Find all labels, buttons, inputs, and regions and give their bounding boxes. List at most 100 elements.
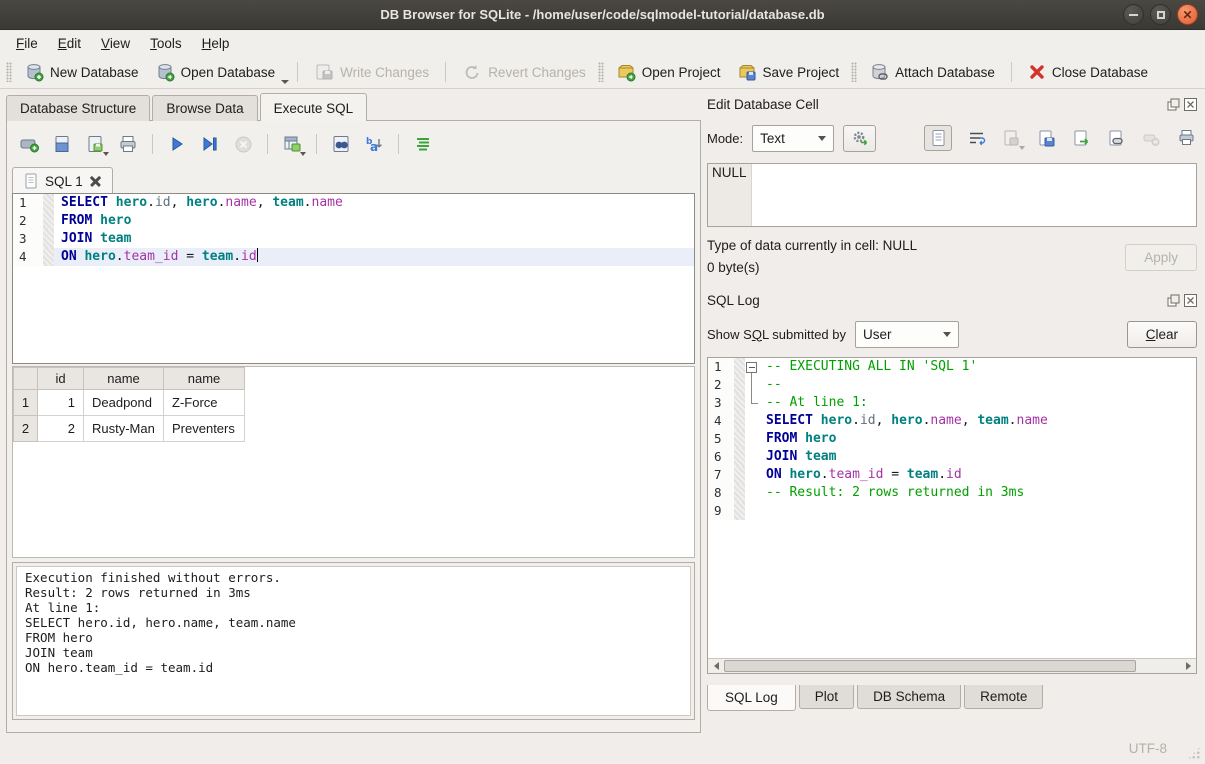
close-dock-icon[interactable] <box>1184 294 1197 307</box>
export-data-icon <box>1072 129 1090 147</box>
open-external-button[interactable] <box>1105 127 1127 149</box>
tab-db-schema[interactable]: DB Schema <box>857 685 961 709</box>
column-header-name2[interactable]: name <box>164 368 245 390</box>
cell-hero-name[interactable]: Rusty-Man <box>84 416 164 442</box>
save-results-button[interactable] <box>281 133 303 155</box>
print-cell-icon <box>1177 129 1196 147</box>
print-button[interactable] <box>117 133 139 155</box>
execution-message: Execution finished without errors. Resul… <box>16 566 691 716</box>
open-database-button[interactable]: Open Database <box>147 59 284 85</box>
save-cell-icon <box>1002 129 1020 147</box>
cell-team-name[interactable]: Z-Force <box>164 390 245 416</box>
mode-label: Mode: <box>707 131 743 146</box>
cell-edit-area[interactable] <box>752 164 1196 226</box>
close-database-label: Close Database <box>1052 65 1148 80</box>
cell-hero-name[interactable]: Deadpond <box>84 390 164 416</box>
new-database-button[interactable]: New Database <box>16 59 147 85</box>
revert-changes-button: Revert Changes <box>454 59 594 85</box>
open-project-icon <box>616 62 636 82</box>
tab-browse-data[interactable]: Browse Data <box>152 95 257 121</box>
stop-button <box>232 133 254 155</box>
float-dock-icon[interactable] <box>1167 294 1180 307</box>
tab-execute-sql[interactable]: Execute SQL <box>260 93 368 121</box>
execute-sql-pane: ba SQL 1 1SELECT hero.id, hero.name, tea… <box>6 120 701 733</box>
find-replace-button[interactable] <box>330 133 352 155</box>
scrollbar-thumb[interactable] <box>724 660 1136 672</box>
sql-subtab-label: SQL 1 <box>45 174 83 189</box>
chevron-down-icon <box>943 332 951 337</box>
auto-complete-button[interactable]: ba <box>363 133 385 155</box>
tab-sql-log[interactable]: SQL Log <box>707 685 796 711</box>
save-project-icon <box>737 62 757 82</box>
toolbar-separator <box>445 62 446 82</box>
menu-edit[interactable]: Edit <box>48 32 91 55</box>
svg-text:a: a <box>370 140 378 154</box>
toolbar-separator <box>316 134 317 154</box>
new-sql-tab-button[interactable] <box>18 133 40 155</box>
cell-id[interactable]: 1 <box>38 390 84 416</box>
menu-tools[interactable]: Tools <box>140 32 192 55</box>
tab-database-structure[interactable]: Database Structure <box>6 95 150 121</box>
open-database-menu-arrow[interactable] <box>281 80 289 84</box>
execute-line-button[interactable] <box>199 133 221 155</box>
export-data-button[interactable] <box>1070 127 1092 149</box>
open-project-button[interactable]: Open Project <box>608 59 729 85</box>
sql-log-view[interactable]: 1-- EXECUTING ALL IN 'SQL 1'2--3-- At li… <box>708 358 1196 658</box>
bottom-tabbar: SQL Log Plot DB Schema Remote <box>707 685 1197 713</box>
format-sql-icon <box>413 134 433 154</box>
menu-file[interactable]: File <box>6 32 48 55</box>
format-sql-button[interactable] <box>412 133 434 155</box>
tab-plot[interactable]: Plot <box>799 685 854 709</box>
cell-editor[interactable]: NULL <box>707 163 1197 227</box>
scroll-right-icon[interactable] <box>1180 659 1196 673</box>
cell-team-name[interactable]: Preventers <box>164 416 245 442</box>
resize-grip-icon[interactable] <box>1187 746 1201 760</box>
row-header[interactable]: 2 <box>14 416 38 442</box>
save-results-menu-arrow[interactable] <box>300 152 306 156</box>
row-header[interactable]: 1 <box>14 390 38 416</box>
save-project-button[interactable]: Save Project <box>729 59 848 85</box>
word-wrap-button[interactable] <box>965 127 987 149</box>
cell-id[interactable]: 2 <box>38 416 84 442</box>
auto-apply-button[interactable] <box>843 125 876 152</box>
close-sql-tab-icon[interactable] <box>90 176 101 187</box>
print-cell-button[interactable] <box>1175 127 1197 149</box>
maximize-icon[interactable] <box>1150 4 1171 25</box>
column-header-id[interactable]: id <box>38 368 84 390</box>
results-table: id name name 1 1 Deadpond Z-Force 2 <box>13 367 245 442</box>
sql-editor[interactable]: 1SELECT hero.id, hero.name, team.name2FR… <box>12 193 695 364</box>
import-data-button[interactable] <box>1035 127 1057 149</box>
sql-1-subtab[interactable]: SQL 1 <box>12 167 113 194</box>
submitter-value: User <box>863 327 892 342</box>
float-dock-icon[interactable] <box>1167 98 1180 111</box>
attach-database-button[interactable]: Attach Database <box>861 59 1003 85</box>
open-sql-file-button[interactable] <box>51 133 73 155</box>
close-database-button[interactable]: Close Database <box>1020 60 1156 84</box>
mode-select[interactable]: Text <box>752 125 834 152</box>
sql-subtab-bar: SQL 1 <box>12 164 695 194</box>
text-mode-button[interactable] <box>924 125 952 151</box>
attach-database-icon <box>869 62 889 82</box>
toolbar-separator <box>398 134 399 154</box>
close-icon[interactable]: ✕ <box>1177 4 1198 25</box>
scrollbar-track[interactable] <box>724 659 1180 673</box>
new-database-label: New Database <box>50 65 139 80</box>
save-sql-menu-arrow[interactable] <box>103 152 109 156</box>
execute-all-button[interactable] <box>166 133 188 155</box>
menu-help[interactable]: Help <box>192 32 240 55</box>
minimize-icon[interactable] <box>1123 4 1144 25</box>
code-line: 2FROM hero <box>13 212 694 230</box>
clear-button[interactable]: Clear <box>1127 321 1197 348</box>
sql-log-filter-row: Show SQL submitted by User Clear <box>707 319 1197 349</box>
toolbar-separator <box>1011 62 1012 82</box>
save-sql-file-button[interactable] <box>84 133 106 155</box>
close-dock-icon[interactable] <box>1184 98 1197 111</box>
attach-database-label: Attach Database <box>895 65 995 80</box>
horizontal-scrollbar[interactable] <box>708 658 1196 673</box>
column-header-name[interactable]: name <box>84 368 164 390</box>
menu-view[interactable]: View <box>91 32 140 55</box>
tab-remote[interactable]: Remote <box>964 685 1043 709</box>
apply-button: Apply <box>1125 244 1197 271</box>
submitter-select[interactable]: User <box>855 321 959 348</box>
scroll-left-icon[interactable] <box>708 659 724 673</box>
